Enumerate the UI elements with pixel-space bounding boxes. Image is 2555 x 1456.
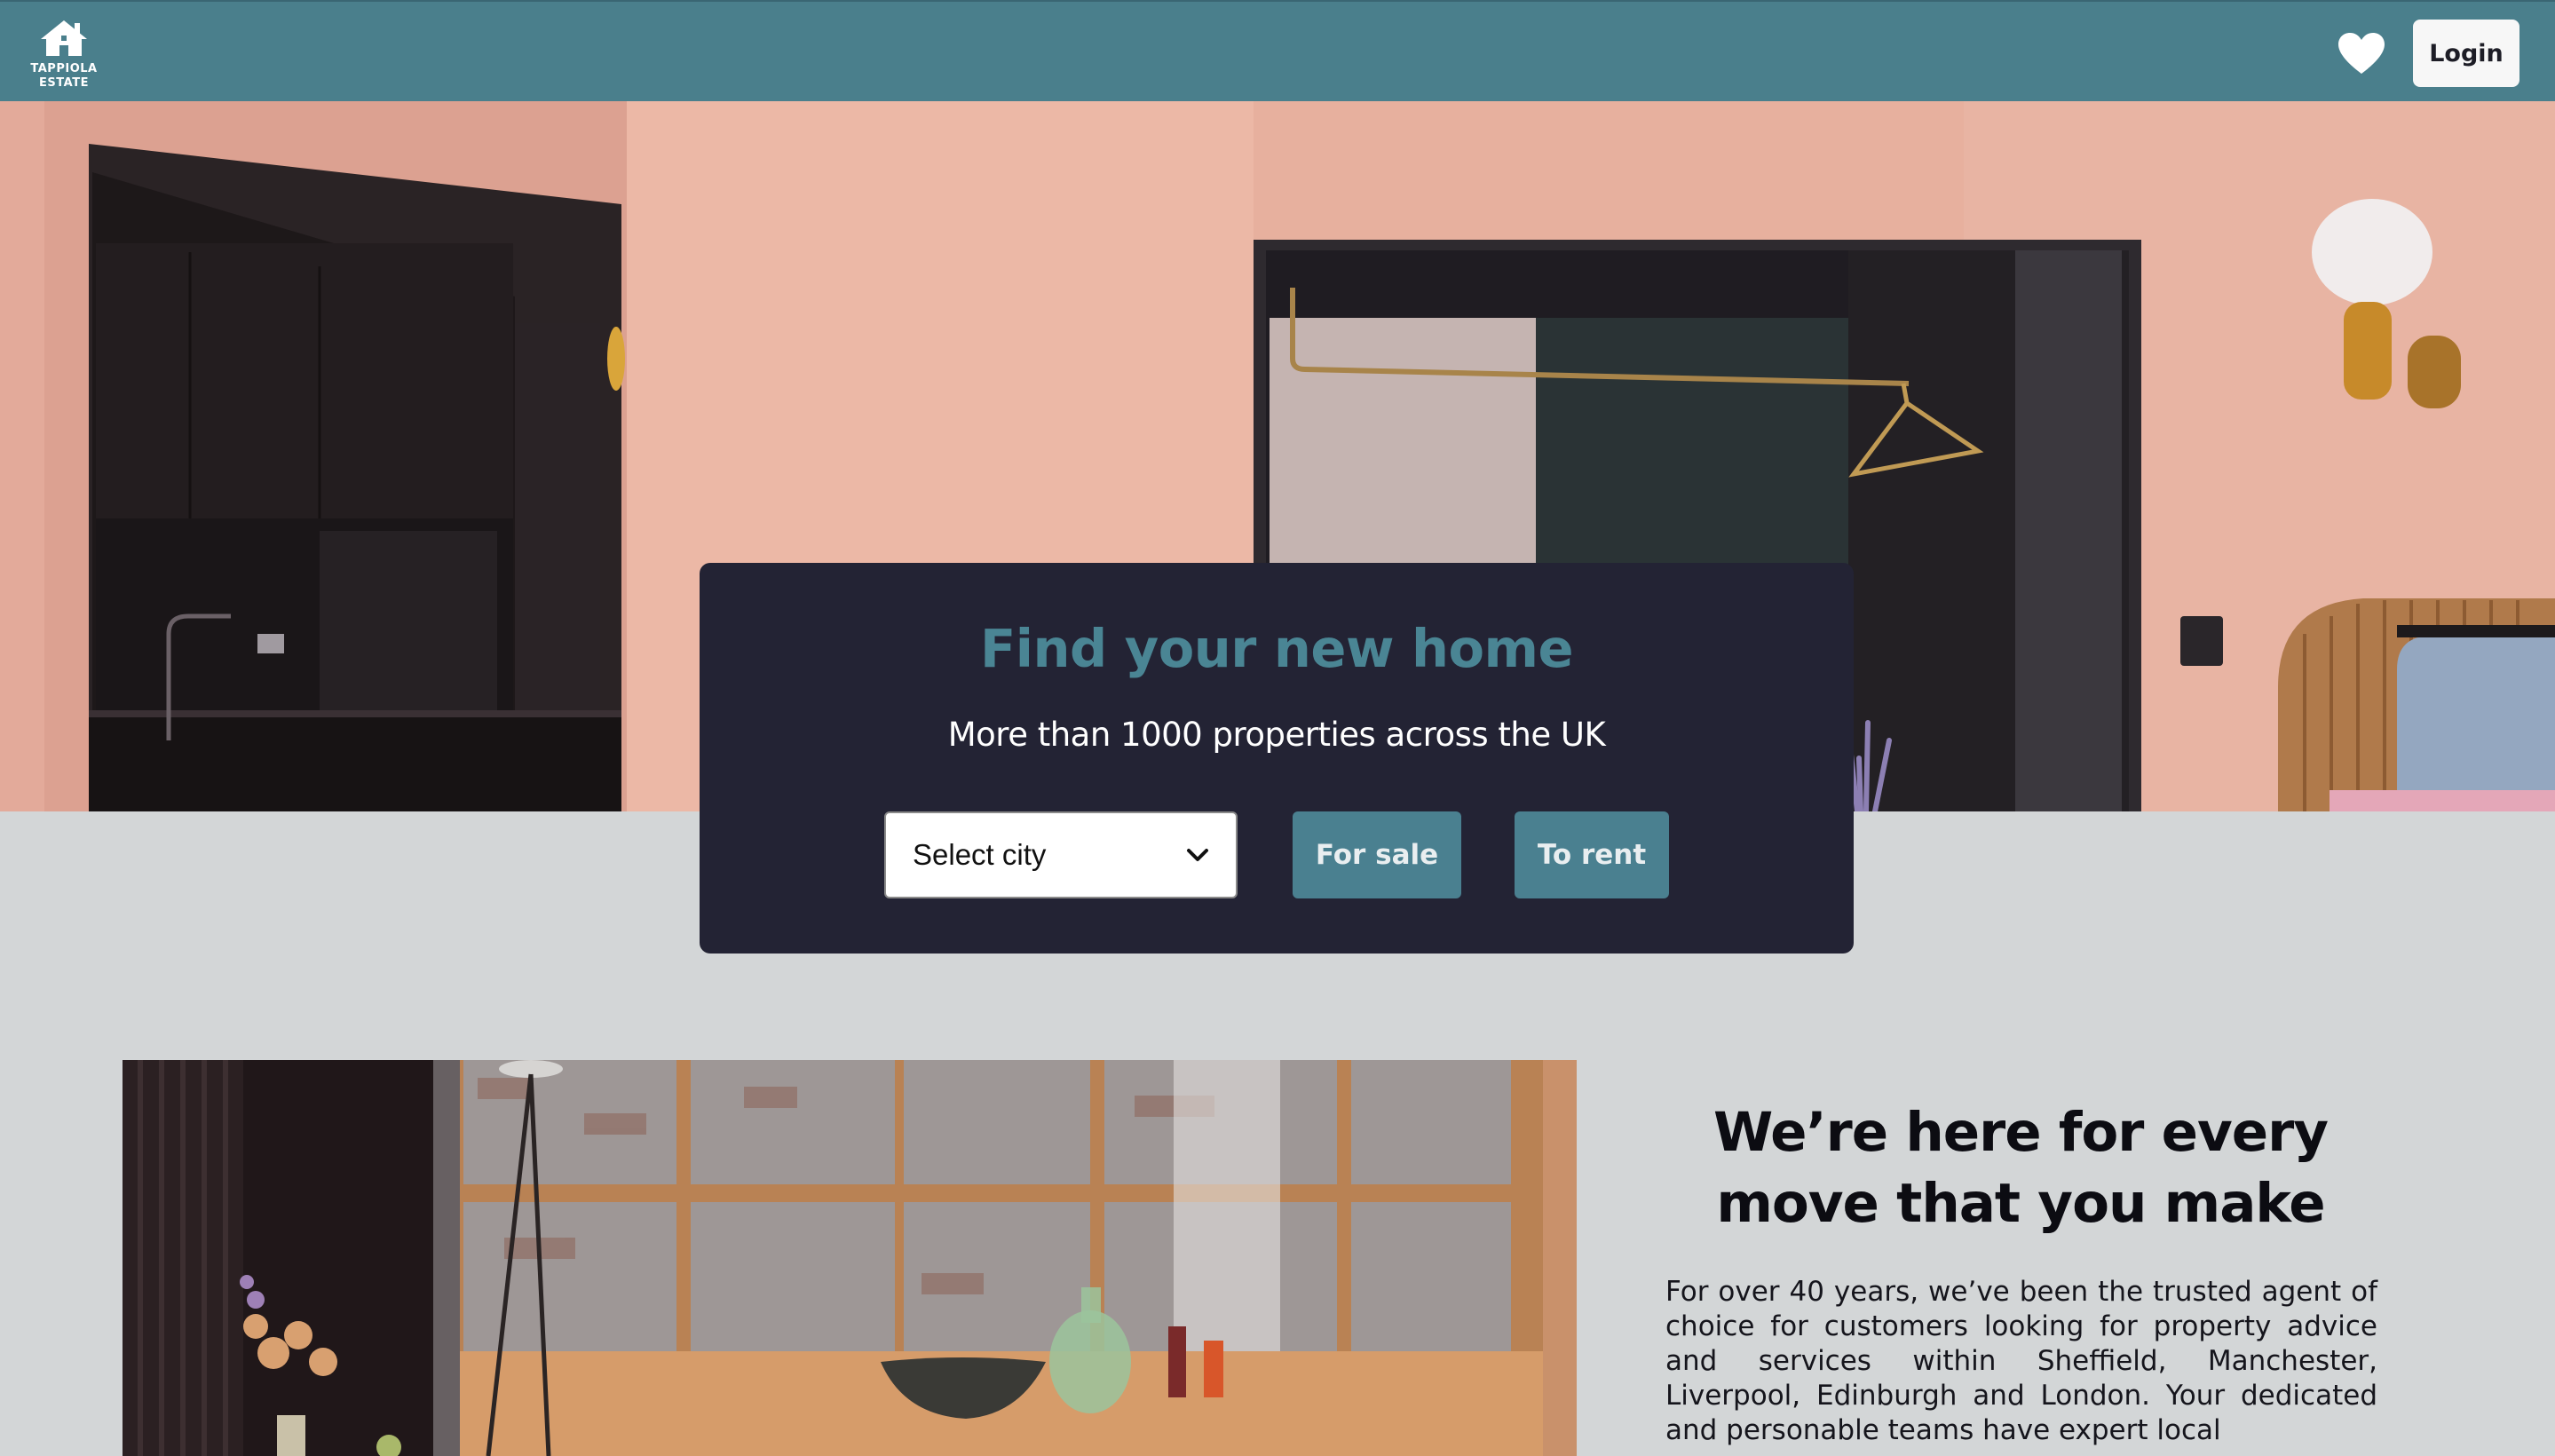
house-icon (41, 20, 87, 56)
interior-photo (123, 1060, 1577, 1456)
about-body: For over 40 years, we’ve been the truste… (1665, 1276, 2377, 1446)
logo[interactable]: TAPPIOLA ESTATE (30, 18, 98, 94)
to-rent-button[interactable]: To rent (1515, 811, 1669, 898)
heart-icon (2338, 33, 2385, 74)
chevron-down-icon (1187, 849, 1208, 861)
city-select[interactable]: Select city (884, 811, 1238, 898)
search-subtitle: More than 1000 properties across the UK (947, 716, 1606, 754)
about-image (123, 1060, 1577, 1456)
favorites-button[interactable] (2335, 28, 2388, 78)
for-sale-button[interactable]: For sale (1293, 811, 1461, 898)
search-panel: Find your new home More than 1000 proper… (700, 563, 1854, 954)
city-select-value: Select city (913, 838, 1047, 871)
about-heading: We’re here for every move that you make (1713, 1101, 2329, 1235)
search-title: Find your new home (979, 618, 1574, 679)
login-button[interactable]: Login (2413, 20, 2519, 87)
top-navbar: TAPPIOLA ESTATE Login (0, 0, 2555, 101)
logo-text: TAPPIOLA ESTATE (30, 62, 98, 90)
